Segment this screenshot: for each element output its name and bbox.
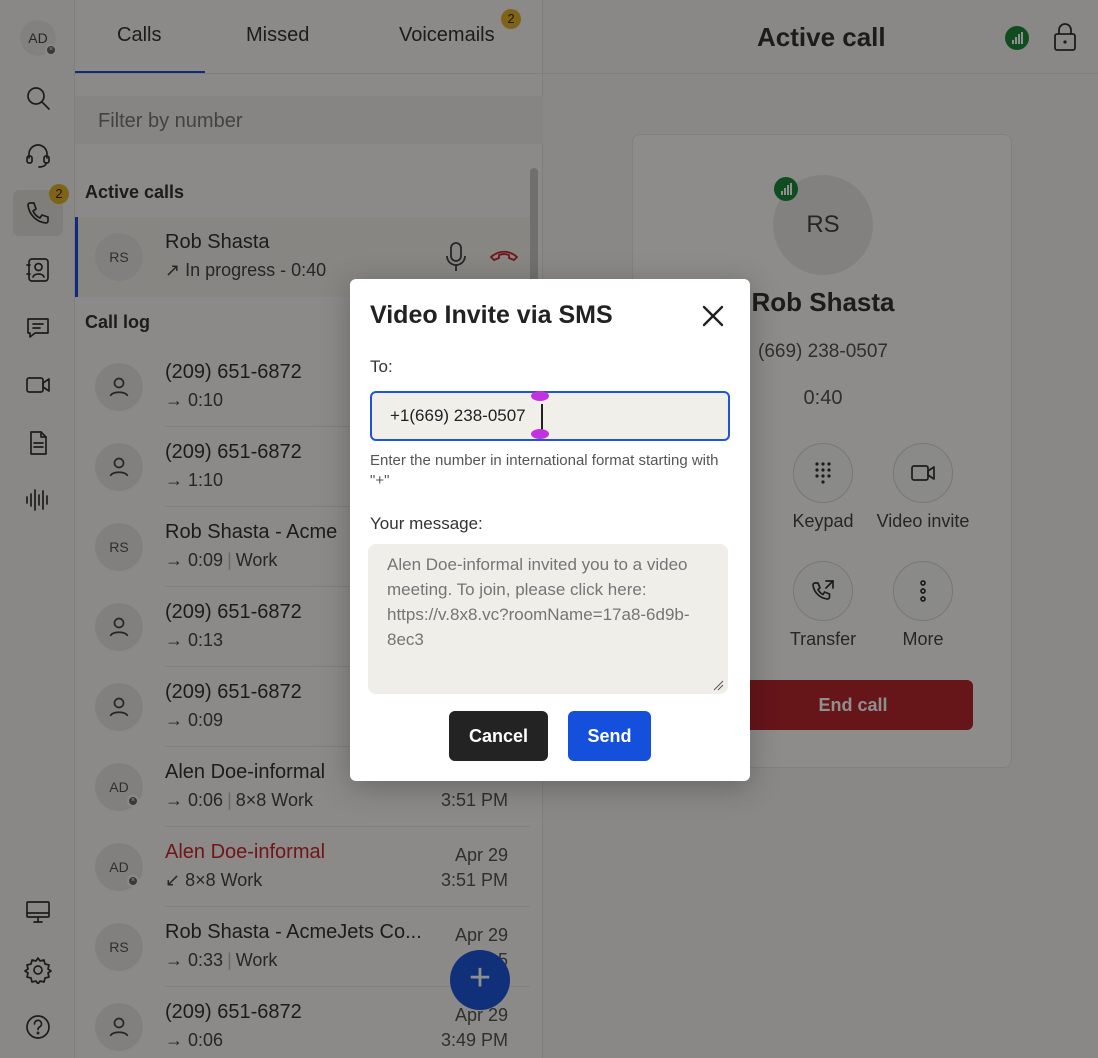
to-phone-input[interactable] bbox=[370, 391, 730, 441]
selection-handle-bottom[interactable] bbox=[531, 429, 549, 439]
cancel-button[interactable]: Cancel bbox=[449, 711, 548, 761]
dialog-title: Video Invite via SMS bbox=[370, 301, 613, 329]
send-button[interactable]: Send bbox=[568, 711, 651, 761]
close-button[interactable] bbox=[698, 301, 728, 331]
message-textarea[interactable] bbox=[368, 544, 728, 694]
phone-format-hint: Enter the number in international format… bbox=[370, 452, 719, 489]
to-label: To: bbox=[370, 357, 393, 376]
selection-handle-top[interactable] bbox=[531, 391, 549, 401]
close-icon bbox=[702, 305, 724, 327]
text-caret bbox=[541, 404, 543, 430]
video-invite-dialog: Video Invite via SMS To: Enter the numbe… bbox=[350, 279, 750, 781]
resize-grip-icon[interactable] bbox=[712, 679, 724, 691]
message-label: Your message: bbox=[370, 514, 483, 533]
